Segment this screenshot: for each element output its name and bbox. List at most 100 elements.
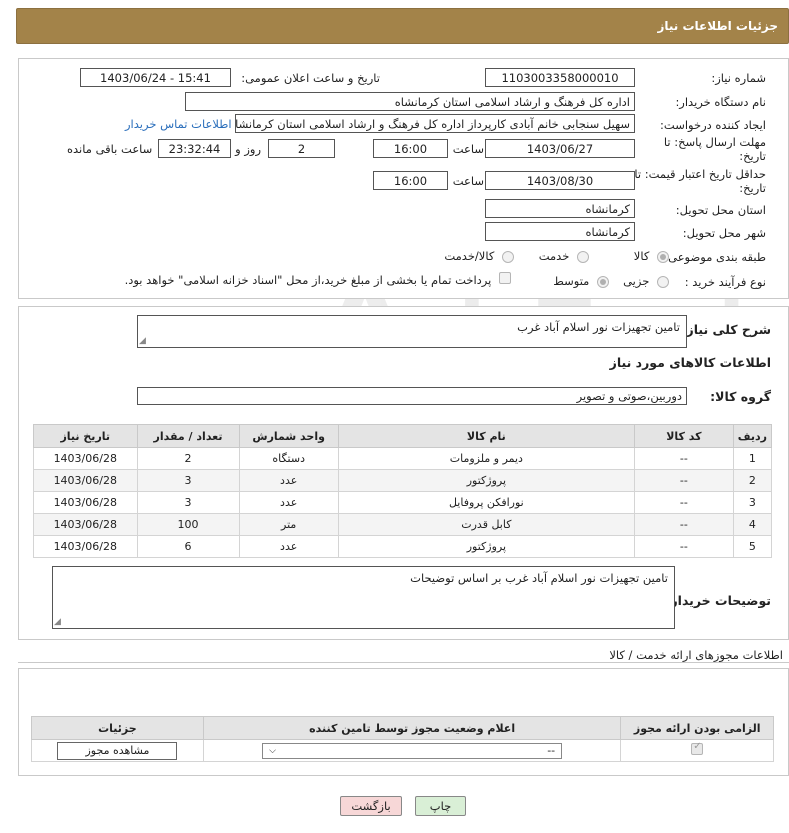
validity-time-label: ساعت xyxy=(452,174,484,188)
reply-time-label: ساعت xyxy=(452,142,484,156)
table-row[interactable]: 5 -- پروژکتور عدد 6 1403/06/28 xyxy=(33,535,773,558)
validity-label: حداقل تاریخ اعتبار قیمت: تا تاریخ: xyxy=(634,167,766,195)
cell-qty: 100 xyxy=(136,513,240,536)
back-button[interactable]: بازگشت xyxy=(340,796,402,816)
province-field: کرمانشاه xyxy=(485,199,635,218)
cell-unit: عدد xyxy=(238,469,339,492)
radio-icon[interactable] xyxy=(597,275,609,288)
cell-row: 2 xyxy=(732,469,773,492)
creator-field: سهیل سنجابی خانم آبادی کارپرداز اداره کل… xyxy=(235,114,635,133)
checkbox-icon[interactable] xyxy=(499,272,511,284)
radio-icon[interactable] xyxy=(577,250,589,263)
remaining-time-field: 23:32:44 xyxy=(158,139,231,158)
table-row[interactable]: 3 -- نورافکن پروفایل عدد 3 1403/06/28 xyxy=(33,491,773,514)
creator-label: ایجاد کننده درخواست: xyxy=(660,118,766,132)
col-mandatory: الزامی بودن ارائه مجوز xyxy=(620,716,774,740)
reply-time-field: 16:00 xyxy=(373,139,448,158)
announce-label: تاریخ و ساعت اعلان عمومی: xyxy=(241,71,380,85)
cell-qty: 2 xyxy=(136,447,240,470)
radio-icon[interactable] xyxy=(657,275,669,288)
process-option-medium[interactable]: متوسط xyxy=(553,274,609,288)
cell-row: 5 xyxy=(732,535,773,558)
cell-details: مشاهده مجوز xyxy=(31,739,204,762)
chevron-down-icon: ⌵ xyxy=(269,745,276,756)
cell-code: -- xyxy=(633,469,734,492)
cell-name: دیمر و ملزومات xyxy=(337,447,635,470)
col-row: ردیف xyxy=(732,424,773,448)
category-label: طبقه بندی موضوعی: xyxy=(664,250,766,264)
buyer-contact-link[interactable]: اطلاعات تماس خریدار xyxy=(125,117,232,131)
remaining-label: ساعت باقی مانده xyxy=(67,142,153,156)
cell-unit: متر xyxy=(238,513,339,536)
days-count-field: 2 xyxy=(268,139,335,158)
table-row[interactable]: 1 -- دیمر و ملزومات دستگاه 2 1403/06/28 xyxy=(33,447,773,470)
cell-name: کابل قدرت xyxy=(337,513,635,536)
city-label: شهر محل تحویل: xyxy=(682,226,766,240)
buyer-org-field: اداره کل فرهنگ و ارشاد اسلامی استان کرما… xyxy=(185,92,635,111)
permits-title: اطلاعات مجوزهای ارائه خدمت / کالا xyxy=(609,648,783,662)
table-row[interactable]: 4 -- کابل قدرت متر 100 1403/06/28 xyxy=(33,513,773,536)
table-header-row: الزامی بودن ارائه مجوز اعلام وضعیت مجوز … xyxy=(31,716,774,740)
col-status: اعلام وضعیت مجوز توسط تامین کننده xyxy=(202,716,622,740)
radio-icon[interactable] xyxy=(657,250,669,263)
announce-date-field: 1403/06/24 - 15:41 xyxy=(80,68,231,87)
permits-table: الزامی بودن ارائه مجوز اعلام وضعیت مجوز … xyxy=(31,716,774,762)
table-row: ✓ -- ⌵ مشاهده مجوز xyxy=(31,739,774,762)
cell-date: 1403/06/28 xyxy=(33,513,138,536)
table-header-row: ردیف کد کالا نام کالا واحد شمارش تعداد /… xyxy=(33,424,773,448)
cell-row: 4 xyxy=(732,513,773,536)
cell-name: نورافکن پروفایل xyxy=(337,491,635,514)
cell-code: -- xyxy=(633,491,734,514)
cell-date: 1403/06/28 xyxy=(33,447,138,470)
items-table: ردیف کد کالا نام کالا واحد شمارش تعداد /… xyxy=(33,424,773,558)
col-code: کد کالا xyxy=(633,424,734,448)
col-unit: واحد شمارش xyxy=(238,424,339,448)
payment-option[interactable]: پرداخت تمام یا بخشی از مبلغ خرید،از محل … xyxy=(125,272,511,287)
cell-code: -- xyxy=(633,447,734,470)
validity-date-field: 1403/08/30 xyxy=(485,171,635,190)
items-section-title: اطلاعات کالاهای مورد نیاز xyxy=(609,355,771,370)
resize-handle-icon[interactable]: ◢ xyxy=(54,617,61,627)
province-label: استان محل تحویل: xyxy=(675,203,766,217)
validity-time-field: 16:00 xyxy=(373,171,448,190)
process-option-minor[interactable]: جزیی xyxy=(623,274,669,288)
radio-icon[interactable] xyxy=(502,250,514,263)
need-number-field: 1103003358000010 xyxy=(485,68,635,87)
permit-status-select[interactable]: -- ⌵ xyxy=(262,742,563,759)
cell-date: 1403/06/28 xyxy=(33,469,138,492)
print-button[interactable]: چاپ xyxy=(415,796,466,816)
cell-status: -- ⌵ xyxy=(202,739,622,762)
cell-code: -- xyxy=(633,535,734,558)
resize-handle-icon[interactable]: ◢ xyxy=(139,336,146,346)
reply-date-field: 1403/06/27 xyxy=(485,139,635,158)
need-number-label: شماره نیاز: xyxy=(711,71,766,85)
col-details: جزئیات xyxy=(31,716,204,740)
cell-qty: 6 xyxy=(136,535,240,558)
buyer-notes-textarea: تامین تجهیزات نور اسلام آباد غرب بر اساس… xyxy=(52,566,675,629)
days-label: روز و xyxy=(235,142,261,156)
cell-name: پروژکتور xyxy=(337,469,635,492)
cell-qty: 3 xyxy=(136,469,240,492)
checkbox-icon[interactable]: ✓ xyxy=(691,741,704,755)
cell-unit: دستگاه xyxy=(238,447,339,470)
summary-label: شرح کلی نیاز: xyxy=(681,322,771,337)
category-option-service[interactable]: خدمت xyxy=(539,249,589,263)
table-row[interactable]: 2 -- پروژکتور عدد 3 1403/06/28 xyxy=(33,469,773,492)
cell-date: 1403/06/28 xyxy=(33,491,138,514)
col-date: تاریخ نیاز xyxy=(33,424,138,448)
cell-row: 3 xyxy=(732,491,773,514)
cell-code: -- xyxy=(633,513,734,536)
view-permit-button[interactable]: مشاهده مجوز xyxy=(57,741,178,760)
divider xyxy=(18,662,789,663)
category-option-goods[interactable]: کالا xyxy=(634,249,669,263)
page-header: جزئیات اطلاعات نیاز xyxy=(16,8,789,44)
buyer-org-label: نام دستگاه خریدار: xyxy=(675,95,766,109)
page-title: جزئیات اطلاعات نیاز xyxy=(657,19,778,33)
col-qty: تعداد / مقدار xyxy=(136,424,240,448)
category-option-goods-service[interactable]: کالا/خدمت xyxy=(444,249,514,263)
summary-textarea: تامین تجهیزات نور اسلام آباد غرب ◢ xyxy=(137,315,687,348)
col-name: نام کالا xyxy=(337,424,635,448)
cell-qty: 3 xyxy=(136,491,240,514)
cell-date: 1403/06/28 xyxy=(33,535,138,558)
cell-unit: عدد xyxy=(238,491,339,514)
